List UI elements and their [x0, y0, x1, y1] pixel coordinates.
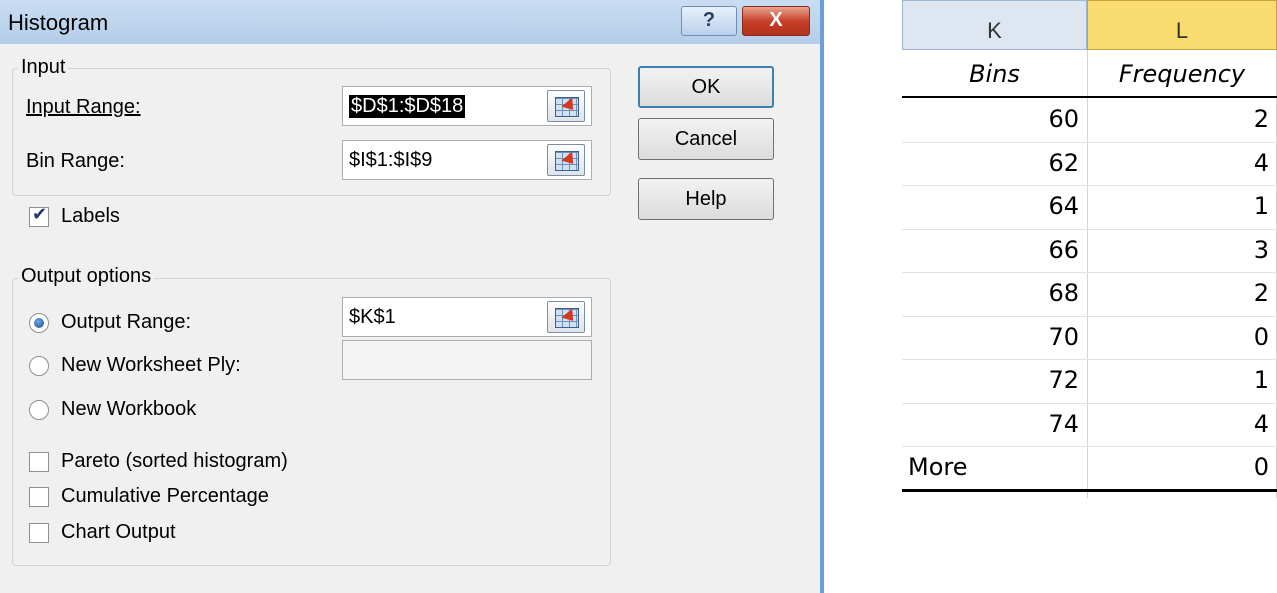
new-worksheet-radio[interactable] — [29, 356, 49, 376]
bin-range-value: $I$1:$I$9 — [349, 149, 433, 171]
column-header-l[interactable]: L — [1087, 0, 1277, 50]
input-range-field[interactable]: $D$1:$D$18 — [342, 86, 592, 126]
output-options-title: Output options — [18, 265, 155, 288]
cumulative-percentage-label: Cumulative Percentage — [61, 485, 269, 507]
frequency-cell[interactable]: 3 — [1087, 229, 1277, 272]
pareto-checkbox[interactable] — [29, 452, 49, 472]
bins-header-cell[interactable]: Bins — [902, 53, 1087, 96]
frequency-cell[interactable]: 1 — [1087, 185, 1277, 228]
dialog-title: Histogram — [8, 10, 109, 35]
column-header-k[interactable]: K — [902, 0, 1087, 50]
output-range-radio[interactable] — [29, 313, 49, 333]
bin-cell[interactable]: 64 — [902, 185, 1087, 228]
labels-checkbox[interactable]: ✔ — [29, 204, 49, 227]
bottom-border — [902, 489, 1277, 492]
bin-cell[interactable]: 72 — [902, 359, 1087, 402]
help-button[interactable]: Help — [638, 178, 774, 220]
pareto-label: Pareto (sorted histogram) — [61, 450, 288, 472]
input-range-selector-button[interactable] — [547, 90, 585, 122]
new-worksheet-label: New Worksheet Ply: — [61, 354, 241, 376]
frequency-cell[interactable]: 4 — [1087, 142, 1277, 185]
new-worksheet-field[interactable] — [342, 340, 592, 380]
histogram-dialog: Histogram ? X Input Input Range: $D$1:$D… — [0, 0, 824, 593]
output-range-value: $K$1 — [349, 306, 396, 328]
output-range-label: Output Range: — [61, 311, 192, 333]
input-group-title: Input — [18, 56, 69, 79]
bin-range-label: Bin Range: — [26, 150, 125, 172]
bin-cell[interactable]: 68 — [902, 272, 1087, 315]
new-workbook-radio[interactable] — [29, 400, 49, 420]
cancel-button[interactable]: Cancel — [638, 118, 774, 160]
frequency-cell[interactable]: 2 — [1087, 98, 1277, 141]
title-bar: Histogram ? X — [0, 0, 820, 44]
chart-output-label: Chart Output — [61, 521, 176, 543]
radio-selected-dot — [34, 318, 44, 328]
frequency-header-cell[interactable]: Frequency — [1087, 53, 1277, 96]
frequency-cell[interactable]: 0 — [1087, 316, 1277, 359]
ok-button[interactable]: OK — [638, 66, 774, 108]
bin-cell[interactable]: 74 — [902, 403, 1087, 446]
input-range-label: Input Range: — [26, 96, 141, 118]
bin-cell[interactable]: 60 — [902, 98, 1087, 141]
titlebar-help-button[interactable]: ? — [681, 6, 737, 36]
spreadsheet: K L Bins Frequency 60 2 62 4 64 1 66 3 68 2 70 0 72 1… — [902, 0, 1277, 500]
bin-range-selector-button[interactable] — [547, 144, 585, 176]
frequency-cell[interactable]: 4 — [1087, 403, 1277, 446]
output-range-field[interactable]: $K$1 — [342, 297, 592, 337]
labels-label: Labels — [61, 205, 120, 227]
new-workbook-label: New Workbook — [61, 398, 197, 420]
close-icon: X — [769, 9, 783, 31]
cumulative-percentage-checkbox[interactable] — [29, 487, 49, 507]
bin-cell[interactable]: 62 — [902, 142, 1087, 185]
frequency-cell[interactable]: 2 — [1087, 272, 1277, 315]
chart-output-checkbox[interactable] — [29, 523, 49, 543]
frequency-cell[interactable]: 1 — [1087, 359, 1277, 402]
bin-cell[interactable]: More — [902, 446, 1087, 489]
bin-range-field[interactable]: $I$1:$I$9 — [342, 140, 592, 180]
question-mark-icon: ? — [702, 9, 716, 31]
input-range-value: $D$1:$D$18 — [349, 95, 466, 118]
output-range-selector-button[interactable] — [547, 301, 585, 333]
close-button[interactable]: X — [742, 6, 810, 36]
bin-cell[interactable]: 66 — [902, 229, 1087, 272]
frequency-cell[interactable]: 0 — [1087, 446, 1277, 489]
checkmark-icon: ✔ — [32, 204, 48, 224]
bin-cell[interactable]: 70 — [902, 316, 1087, 359]
